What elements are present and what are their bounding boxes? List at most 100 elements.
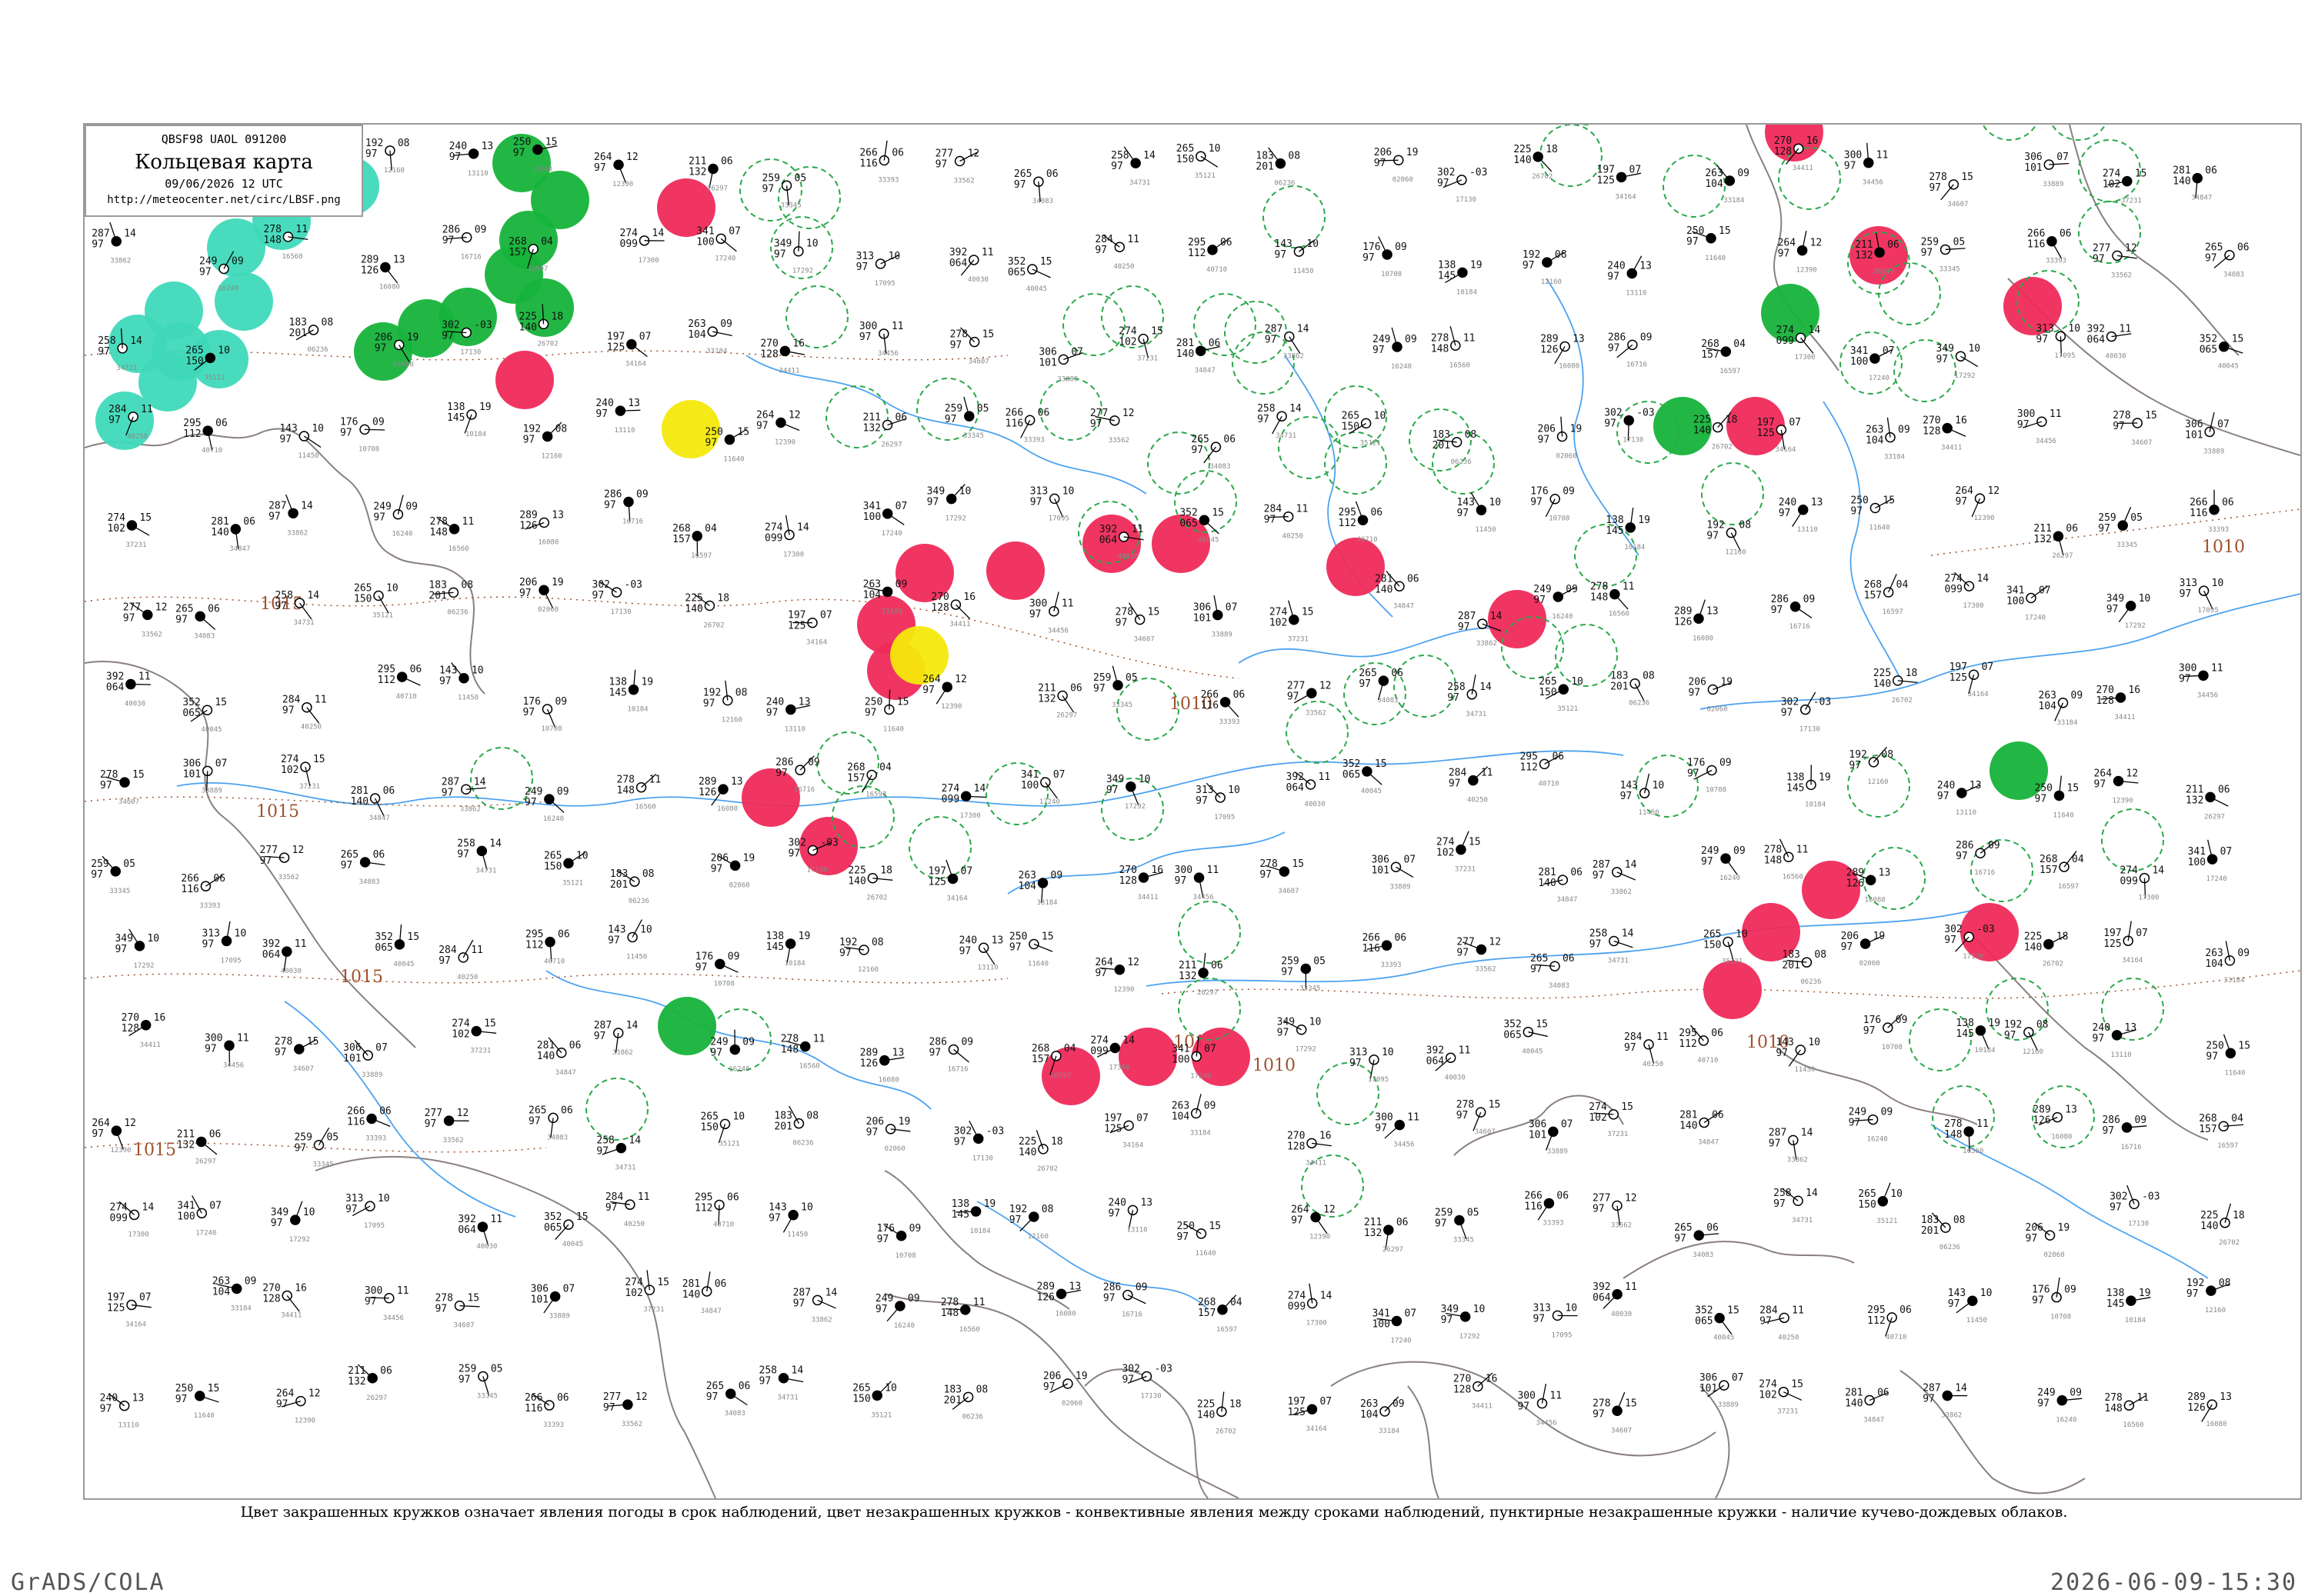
station-temperature: 266 — [1006, 407, 1023, 418]
station-index: 17240 — [1190, 1073, 1211, 1081]
station-plot: 277971233562 — [123, 601, 168, 638]
station-pressure: 11 — [397, 1285, 409, 1297]
station-visibility: 128 — [1453, 1384, 1471, 1395]
station-pressure: 19 — [2139, 1288, 2151, 1299]
station-index: 16240 — [894, 1322, 915, 1330]
station-pressure: 09 — [2134, 1115, 2146, 1126]
station-temperature: 295 — [1188, 237, 1206, 248]
station-circle-icon — [786, 939, 795, 948]
station-plot: 206971902060 — [1688, 676, 1733, 713]
station-visibility: 97 — [442, 787, 454, 798]
station-temperature: 277 — [1593, 1192, 1610, 1204]
station-visibility: 140 — [351, 796, 369, 808]
wind-barb-icon — [365, 429, 385, 430]
station-pressure: 08 — [555, 424, 568, 435]
station-plot: 250971511640 — [2035, 776, 2080, 820]
station-temperature: 274 — [1119, 326, 1137, 338]
station-temperature: 143 — [279, 423, 297, 435]
station-plot: 2661160633393 — [1201, 689, 1246, 726]
station-visibility: 150 — [1342, 421, 1359, 432]
station-plot: 264971212390 — [922, 674, 967, 711]
station-index: 12160 — [1725, 549, 1746, 557]
station-plot: 2811400634847 — [1679, 1110, 1724, 1147]
station-visibility: 104 — [1172, 1111, 1190, 1122]
station-pressure: 05 — [795, 172, 807, 184]
station-plot: 206971902060 — [1538, 417, 1583, 461]
station-temperature: 349 — [271, 1207, 288, 1218]
station-temperature: 277 — [1456, 936, 1474, 948]
station-visibility: 97 — [1009, 1214, 1022, 1226]
station-circle-icon — [867, 771, 876, 780]
station-index: 12160 — [542, 453, 562, 461]
station-temperature: 341 — [2188, 846, 2206, 858]
station-visibility: 97 — [1447, 692, 1459, 704]
station-plot: 250971511640 — [705, 427, 749, 464]
wind-barb-icon — [1396, 867, 1412, 877]
station-plot: 2951120640710 — [525, 929, 570, 966]
wind-barb-icon — [1960, 356, 1977, 366]
station-plot: 349971017292 — [1936, 343, 1980, 380]
station-index: 33862 — [1611, 888, 1632, 896]
station-pressure: 19 — [1470, 259, 1483, 271]
station-temperature: 281 — [1845, 1388, 1863, 1399]
station-temperature: 197 — [1104, 1112, 1122, 1124]
station-pressure: 10 — [378, 1193, 390, 1204]
station-visibility: 97 — [2004, 1030, 2016, 1041]
station-plot: 3411000717240 — [177, 1196, 222, 1238]
wind-barb-icon — [132, 525, 148, 535]
station-visibility: 140 — [1679, 1121, 1697, 1132]
isobar-label: 1010 — [1252, 1056, 1296, 1075]
station-temperature: 211 — [1038, 682, 1056, 694]
station-pressure: 06 — [1046, 168, 1059, 180]
station-temperature: 263 — [863, 578, 881, 590]
station-temperature: 306 — [531, 1284, 549, 1295]
station-plot: 264971212390 — [1955, 485, 1999, 522]
station-index: 02060 — [729, 881, 750, 889]
station-index: 35121 — [1557, 705, 1578, 713]
station-index: 16240 — [729, 1066, 749, 1074]
station-pressure: 06 — [1223, 434, 1236, 445]
station-index: 26702 — [1037, 1165, 1058, 1173]
station-pressure: 14 — [1622, 928, 1634, 939]
thunderstorm-circle — [742, 768, 800, 827]
station-visibility: 145 — [1786, 782, 1804, 794]
station-pressure: 16 — [792, 338, 805, 349]
station-pressure: 11 — [982, 247, 994, 258]
station-index: 17240 — [1390, 1337, 1411, 1344]
station-plot: 1971250734164 — [1949, 661, 1994, 698]
station-plot: 3061010733889 — [2185, 412, 2230, 455]
station-plot: 2740991417300 — [110, 1201, 155, 1238]
wind-barb-icon — [984, 948, 995, 965]
station-index: 06236 — [1939, 1244, 1960, 1251]
station-index: 33393 — [1380, 961, 1401, 969]
station-visibility: 132 — [1038, 693, 1056, 705]
station-visibility: 104 — [2039, 701, 2057, 712]
wind-barb-icon — [1793, 510, 1803, 527]
station-index: 16240 — [1552, 613, 1573, 621]
station-temperature: 281 — [2173, 165, 2190, 177]
station-temperature: 250 — [1176, 1221, 1194, 1232]
cumulonimbus-dashed-circle — [1394, 655, 1456, 717]
station-index: 16597 — [2058, 883, 2079, 891]
station-index: 26297 — [707, 185, 728, 193]
station-pressure: 11 — [1625, 1281, 1637, 1293]
station-plot: 286970916716 — [604, 489, 649, 526]
station-pressure: 11 — [1407, 1112, 1419, 1124]
station-plot: 278971534607 — [1259, 858, 1304, 895]
station-plot: 2701281634411 — [1923, 415, 1967, 452]
station-visibility: 150 — [185, 355, 203, 367]
station-visibility: 132 — [2186, 795, 2203, 806]
station-index: 34411 — [1472, 1402, 1493, 1410]
station-visibility: 112 — [1867, 1315, 1885, 1327]
station-plot: 2811400634847 — [1375, 571, 1419, 611]
station-index: 16560 — [1449, 362, 1470, 369]
station-temperature: 259 — [945, 403, 962, 415]
station-plot: 2651501035121 — [1176, 143, 1221, 180]
station-visibility: 97 — [1029, 609, 1042, 621]
thunderstorm-circle — [986, 541, 1045, 600]
station-plot: 313971017095 — [345, 1193, 390, 1230]
station-temperature: 278 — [1456, 1099, 1474, 1111]
station-visibility: 101 — [1039, 357, 1056, 368]
station-pressure: 13 — [1969, 780, 1982, 791]
station-visibility: 064 — [1286, 782, 1305, 794]
